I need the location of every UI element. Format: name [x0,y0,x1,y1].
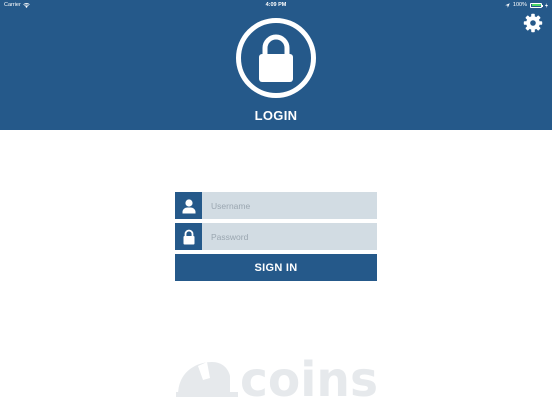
password-input[interactable] [202,223,377,250]
charging-icon [545,2,548,8]
password-icon-box [175,223,202,250]
battery-icon [530,2,543,8]
sign-in-button[interactable]: SIGN IN [175,254,377,281]
logo-text: coins [240,356,378,400]
lock-icon [259,34,293,82]
page-title: LOGIN [254,108,298,123]
status-right: 100% [505,0,548,10]
username-field [175,192,377,219]
login-header: LOGIN [0,10,552,130]
battery-percent: 100% [512,2,527,8]
location-arrow-icon [505,2,510,8]
lock-badge [236,18,316,98]
password-field [175,223,377,250]
padlock-icon [183,229,194,244]
username-icon-box [175,192,202,219]
status-bar: Carrier 4:09 PM 100% [0,0,552,10]
user-icon [182,198,195,213]
username-input[interactable] [202,192,377,219]
hard-hat-icon [176,362,238,397]
battery-level [531,4,541,6]
status-time: 4:09 PM [265,2,287,8]
gear-icon [523,13,543,33]
settings-button[interactable] [523,13,543,33]
coins-logo: coins [176,356,378,400]
